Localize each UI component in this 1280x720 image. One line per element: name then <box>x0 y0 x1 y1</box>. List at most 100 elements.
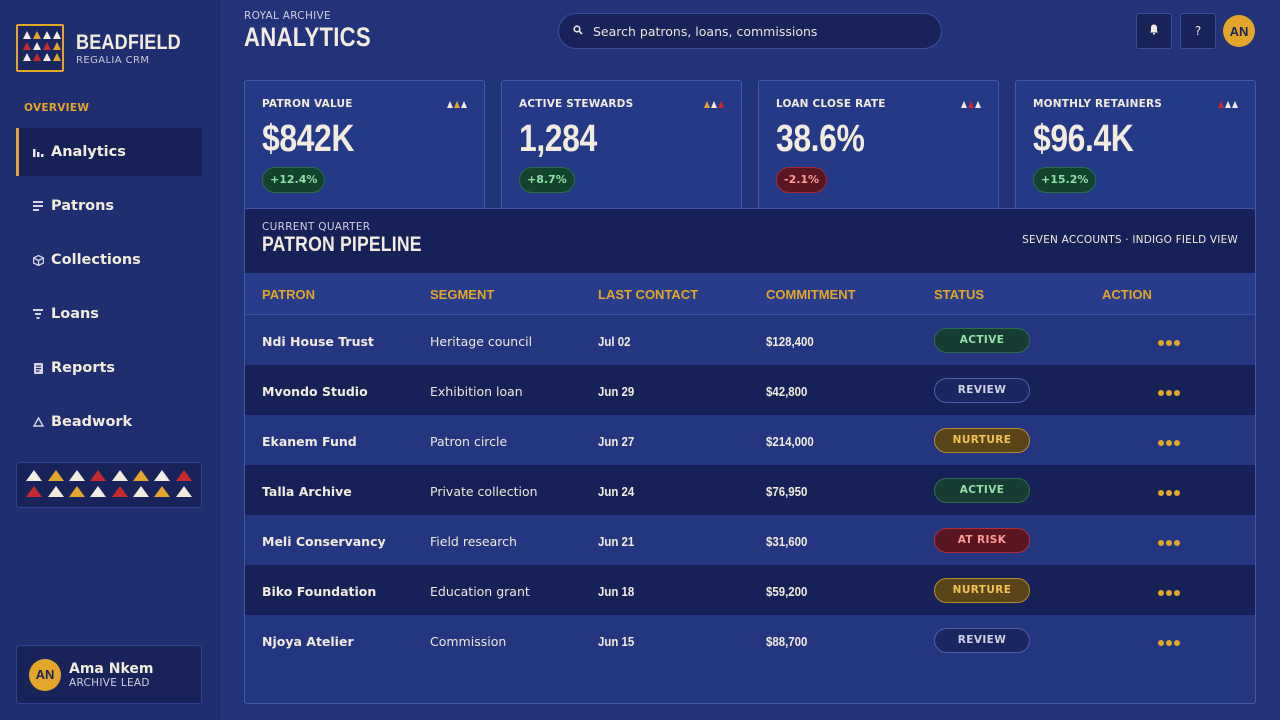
column-header-commitment[interactable]: COMMITMENT <box>766 287 856 302</box>
panel-note: SEVEN ACCOUNTS · INDIGO FIELD VIEW <box>1022 234 1238 246</box>
cell-patron[interactable]: Ekanem Fund <box>262 434 357 449</box>
sidebar-nav: Analytics Patrons Collections Loans Repo… <box>16 128 202 452</box>
document-icon <box>30 362 46 374</box>
search-bar[interactable] <box>558 13 942 49</box>
cell-patron[interactable]: Mvondo Studio <box>262 384 368 399</box>
list-icon <box>30 201 46 211</box>
table-row[interactable]: Ekanem Fund Patron circle Jun 27 $214,000 NU… <box>245 415 1255 465</box>
column-header-last-contact[interactable]: LAST CONTACT <box>598 287 698 302</box>
table-body: Ndi House Trust Heritage council Jul 02 $12… <box>245 315 1255 665</box>
cell-patron[interactable]: Ndi House Trust <box>262 334 374 349</box>
kpi-delta-badge: +15.2% <box>1033 167 1097 193</box>
table-row[interactable]: Mvondo Studio Exhibition loan Jun 29 $42,80… <box>245 365 1255 415</box>
cell-commitment: $128,400 <box>766 333 814 349</box>
sidebar-item-label: Collections <box>51 252 141 268</box>
help-button[interactable]: ? <box>1180 13 1216 49</box>
nav-section-label: OVERVIEW <box>24 102 90 114</box>
kpi-delta-badge: -2.1% <box>776 167 828 193</box>
sidebar-item-collections[interactable]: Collections <box>16 236 202 284</box>
more-actions-icon[interactable] <box>1158 389 1180 396</box>
sidebar-item-reports[interactable]: Reports <box>16 344 202 392</box>
cell-last-contact: Jun 18 <box>598 583 635 599</box>
beadwork-pattern <box>16 462 202 508</box>
column-header-action: ACTION <box>1102 287 1152 302</box>
cell-patron[interactable]: Talla Archive <box>262 484 352 499</box>
column-header-segment[interactable]: SEGMENT <box>430 287 494 302</box>
table-row[interactable]: Talla Archive Private collection Jun 24 $76… <box>245 465 1255 515</box>
status-badge: REVIEW <box>934 627 1030 653</box>
sidebar-item-beadwork[interactable]: Beadwork <box>16 398 202 446</box>
notifications-button[interactable] <box>1136 13 1172 49</box>
more-actions-icon[interactable] <box>1158 489 1180 496</box>
cell-last-contact: Jun 29 <box>598 383 635 399</box>
bead-triangles-icon <box>704 101 724 108</box>
table-row[interactable]: Meli Conservancy Field research Jun 21 $31,… <box>245 515 1255 565</box>
status-badge: NURTURE <box>934 577 1030 603</box>
sidebar-item-analytics[interactable]: Analytics <box>16 128 202 176</box>
header-avatar[interactable]: AN <box>1223 15 1255 47</box>
kpi-label: LOAN CLOSE RATE <box>776 98 886 110</box>
cell-segment: Commission <box>430 633 507 649</box>
status-badge: ACTIVE <box>934 327 1030 353</box>
cell-patron[interactable]: Meli Conservancy <box>262 534 386 549</box>
more-actions-icon[interactable] <box>1158 339 1180 346</box>
cell-commitment: $214,000 <box>766 433 814 449</box>
sidebar-item-loans[interactable]: Loans <box>16 290 202 338</box>
sidebar-item-label: Patrons <box>51 198 115 214</box>
sidebar-item-label: Beadwork <box>51 414 133 430</box>
column-header-patron[interactable]: PATRON <box>262 287 315 302</box>
kpi-card-active-stewards: ACTIVE STEWARDS 1,284 +8.7% <box>501 80 742 212</box>
bar-chart-icon <box>30 147 46 157</box>
brand[interactable]: BEADFIELD REGALIA CRM <box>16 24 198 72</box>
kpi-value: 38.6% <box>776 118 865 160</box>
page-title: ANALYTICS <box>244 22 371 52</box>
table-row[interactable]: Ndi House Trust Heritage council Jul 02 $12… <box>245 315 1255 365</box>
cell-segment: Exhibition loan <box>430 383 523 399</box>
cell-commitment: $42,800 <box>766 383 808 399</box>
bell-icon <box>1149 24 1159 38</box>
kpi-label: MONTHLY RETAINERS <box>1033 98 1163 110</box>
bead-triangles-icon <box>447 101 467 108</box>
more-actions-icon[interactable] <box>1158 639 1180 646</box>
sidebar-item-patrons[interactable]: Patrons <box>16 182 202 230</box>
triangle-icon <box>30 417 46 427</box>
sidebar-item-label: Loans <box>51 306 99 322</box>
help-icon: ? <box>1194 24 1202 38</box>
more-actions-icon[interactable] <box>1158 439 1180 446</box>
sidebar-item-label: Analytics <box>51 144 126 160</box>
user-role: ARCHIVE LEAD <box>69 676 150 689</box>
avatar: AN <box>29 658 61 691</box>
cell-segment: Education grant <box>430 583 530 599</box>
cell-last-contact: Jul 02 <box>598 333 631 349</box>
cell-patron[interactable]: Biko Foundation <box>262 584 376 599</box>
status-badge: AT RISK <box>934 527 1030 553</box>
kpi-delta-badge: +12.4% <box>262 167 326 193</box>
cell-segment: Field research <box>430 533 517 549</box>
more-actions-icon[interactable] <box>1158 539 1180 546</box>
cell-patron[interactable]: Njoya Atelier <box>262 634 354 649</box>
cell-segment: Private collection <box>430 483 538 499</box>
cell-commitment: $88,700 <box>766 633 808 649</box>
cell-segment: Heritage council <box>430 333 533 349</box>
user-profile-card[interactable]: AN Ama Nkem ARCHIVE LEAD <box>16 645 202 704</box>
kpi-label: PATRON VALUE <box>262 98 353 110</box>
more-actions-icon[interactable] <box>1158 589 1180 596</box>
cell-last-contact: Jun 15 <box>598 633 635 649</box>
box-icon <box>30 254 46 266</box>
beadfield-logo-icon <box>16 24 64 72</box>
brand-subtitle: REGALIA CRM <box>76 54 150 66</box>
bead-triangles-icon <box>961 101 981 108</box>
kpi-label: ACTIVE STEWARDS <box>519 98 634 110</box>
cell-last-contact: Jun 21 <box>598 533 635 549</box>
column-header-status[interactable]: STATUS <box>934 287 984 302</box>
table-row[interactable]: Njoya Atelier Commission Jun 15 $88,700 REVI… <box>245 615 1255 665</box>
status-badge: REVIEW <box>934 377 1030 403</box>
kpi-value: 1,284 <box>519 118 597 160</box>
table-row[interactable]: Biko Foundation Education grant Jun 18 $59,… <box>245 565 1255 615</box>
kpi-card-monthly-retainers: MONTHLY RETAINERS $96.4K +15.2% <box>1015 80 1256 212</box>
search-input[interactable] <box>593 23 913 39</box>
sidebar-item-label: Reports <box>51 360 116 376</box>
cell-commitment: $76,950 <box>766 483 808 499</box>
table-header: PATRON SEGMENT LAST CONTACT COMMITMENT S… <box>245 273 1255 315</box>
kpi-card-loan-close-rate: LOAN CLOSE RATE 38.6% -2.1% <box>758 80 999 212</box>
